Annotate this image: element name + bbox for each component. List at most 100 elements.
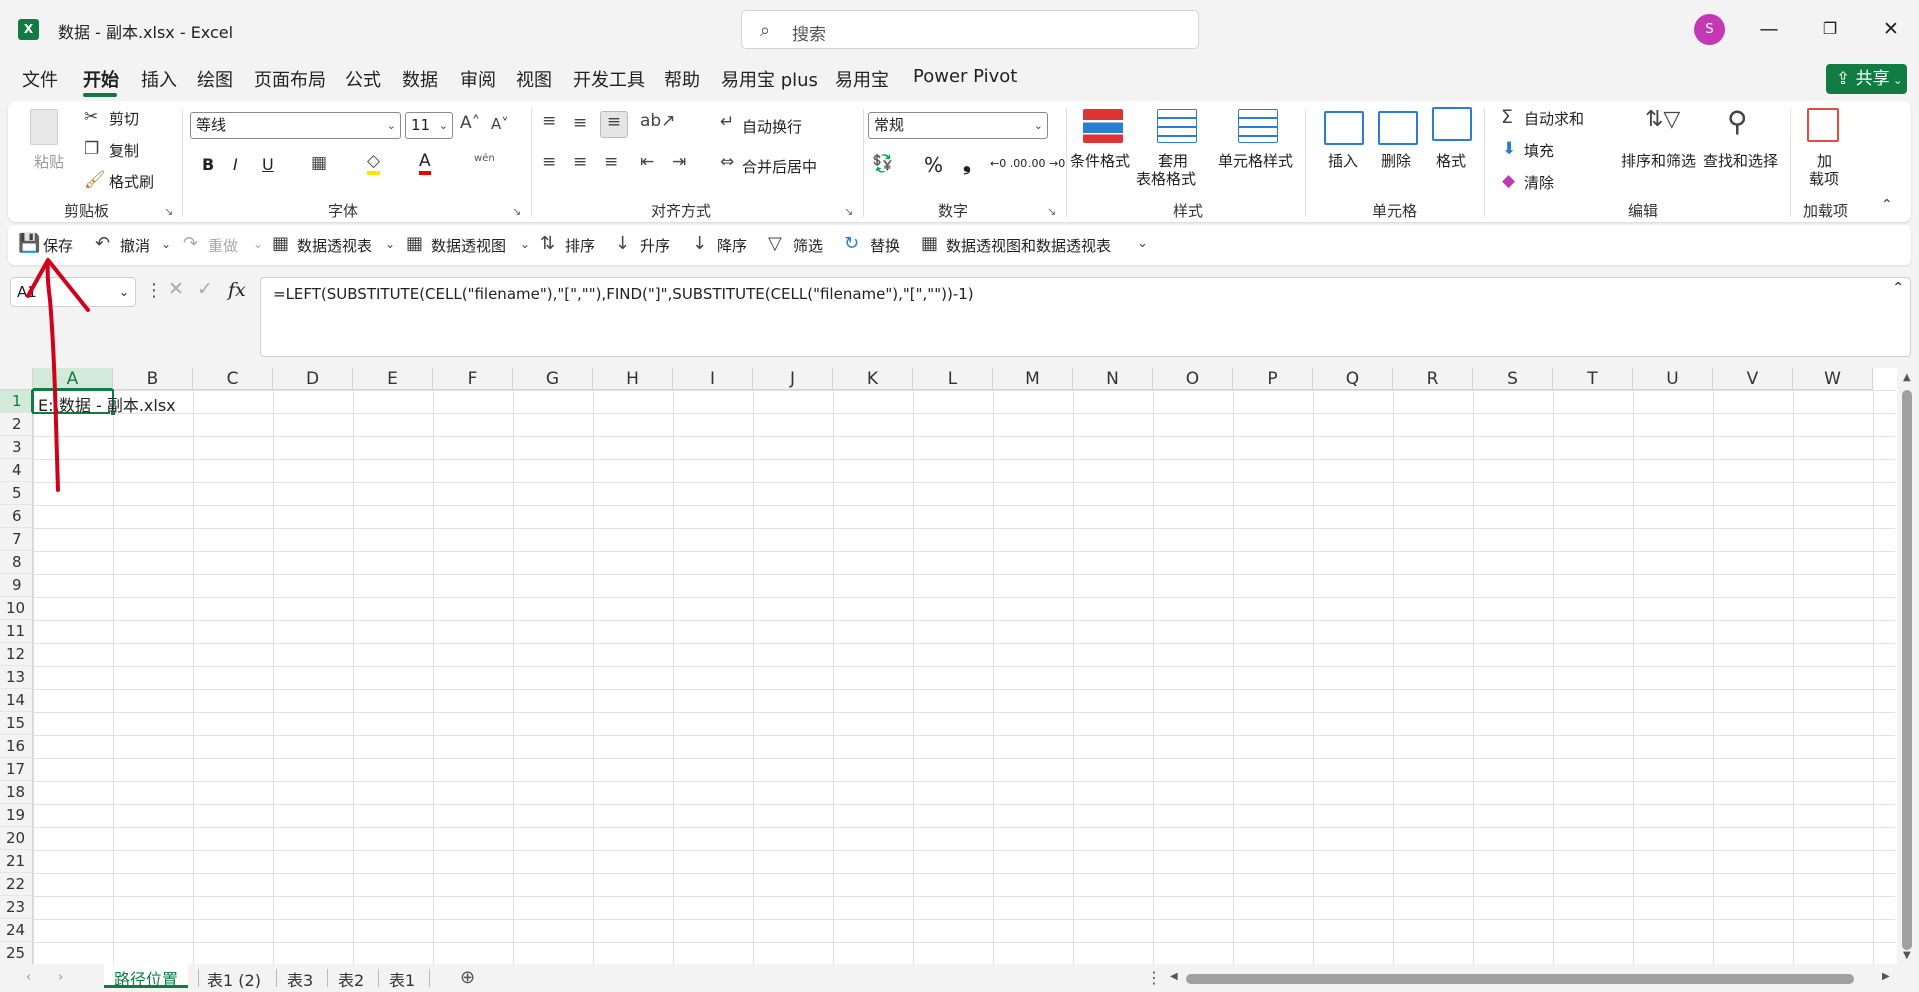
column-header-f[interactable]: F — [433, 368, 513, 390]
delete-cells-button[interactable]: 删除 — [1381, 150, 1411, 171]
conditional-format-icon[interactable] — [1083, 109, 1123, 143]
row-header-10[interactable]: 10 — [0, 597, 33, 620]
row-header-6[interactable]: 6 — [0, 505, 33, 528]
increase-font-icon[interactable]: A˄ — [460, 113, 480, 133]
save-button[interactable]: 保存 — [43, 235, 73, 256]
font-color-icon[interactable]: A — [419, 151, 431, 175]
sheet-tab[interactable]: 表2 — [338, 967, 364, 991]
orientation-icon[interactable]: ab↗ — [640, 111, 675, 131]
format-painter-button[interactable]: 格式刷 — [109, 171, 154, 192]
column-header-i[interactable]: I — [673, 368, 753, 390]
undo-icon[interactable]: ↶ — [95, 233, 110, 254]
collapse-formula-icon[interactable]: ⌃ — [1892, 280, 1904, 296]
row-header-25[interactable]: 25 — [0, 942, 33, 965]
prev-sheet-icon[interactable]: ‹ — [26, 970, 31, 985]
pivot-chart-button[interactable]: 数据透视图 — [431, 235, 506, 256]
autosum-button[interactable]: 自动求和 — [1524, 108, 1584, 129]
sheet-tab-active[interactable]: 路径位置 — [104, 964, 189, 989]
row-header-22[interactable]: 22 — [0, 873, 33, 896]
fill-icon[interactable]: ⬇ — [1502, 139, 1516, 159]
minimize-button[interactable]: — — [1749, 14, 1789, 44]
row-header-23[interactable]: 23 — [0, 896, 33, 919]
collapse-ribbon-icon[interactable]: ⌃ — [1881, 197, 1893, 213]
row-header-9[interactable]: 9 — [0, 574, 33, 597]
vertical-scroll-thumb[interactable] — [1902, 390, 1912, 950]
replace-icon[interactable]: ↻ — [844, 233, 859, 254]
row-header-3[interactable]: 3 — [0, 436, 33, 459]
font-launcher-icon[interactable]: ↘ — [512, 205, 521, 218]
pivot-combo-icon[interactable]: ▦ — [921, 233, 938, 254]
sheet-tab[interactable]: 表1 — [389, 967, 415, 991]
fill-color-icon[interactable]: ◇ — [367, 151, 381, 175]
undo-button[interactable]: 撤消 — [120, 235, 150, 256]
find-select-icon[interactable]: ⚲ — [1727, 105, 1748, 138]
format-cells-icon[interactable] — [1432, 107, 1472, 141]
column-header-p[interactable]: P — [1233, 368, 1313, 390]
column-header-e[interactable]: E — [353, 368, 433, 390]
wrap-text-button[interactable]: 自动换行 — [742, 116, 802, 137]
paste-icon[interactable] — [30, 109, 58, 145]
pivot-chart-icon[interactable]: ▦ — [406, 233, 423, 254]
row-header-20[interactable]: 20 — [0, 827, 33, 850]
sort-asc-icon[interactable]: ↓ — [615, 233, 630, 254]
underline-button[interactable]: U — [262, 155, 274, 174]
scroll-up-icon[interactable]: ▲ — [1903, 372, 1911, 383]
border-icon[interactable]: ▦ — [311, 153, 327, 173]
bold-button[interactable]: B — [202, 155, 214, 174]
clear-icon[interactable]: ◆ — [1502, 171, 1515, 191]
pivot-table-button[interactable]: 数据透视表 — [297, 235, 372, 256]
tab-insert[interactable]: 插入 — [141, 66, 177, 92]
increase-decimal-button[interactable]: ←0 .00 — [990, 157, 1027, 170]
cut-icon[interactable]: ✂ — [84, 107, 98, 127]
scroll-right-icon[interactable]: ▶ — [1882, 971, 1890, 982]
column-header-g[interactable]: G — [513, 368, 593, 390]
decrease-decimal-button[interactable]: .00 →0 — [1028, 157, 1065, 170]
row-header-18[interactable]: 18 — [0, 781, 33, 804]
row-header-5[interactable]: 5 — [0, 482, 33, 505]
table-style-icon[interactable] — [1157, 109, 1197, 143]
replace-button[interactable]: 替换 — [870, 235, 900, 256]
column-header-k[interactable]: K — [833, 368, 913, 390]
row-header-21[interactable]: 21 — [0, 850, 33, 873]
tab-review[interactable]: 审阅 — [460, 66, 496, 92]
column-header-u[interactable]: U — [1633, 368, 1713, 390]
tab-file[interactable]: 文件 — [22, 66, 58, 92]
tab-formulas[interactable]: 公式 — [345, 66, 381, 92]
column-header-d[interactable]: D — [273, 368, 353, 390]
tab-draw[interactable]: 绘图 — [197, 66, 233, 92]
sort-filter-icon[interactable]: ⇅▽ — [1645, 107, 1680, 132]
column-header-s[interactable]: S — [1473, 368, 1553, 390]
insert-cells-icon[interactable] — [1324, 111, 1364, 145]
sort-desc-icon[interactable]: ↓ — [692, 233, 707, 254]
row-header-17[interactable]: 17 — [0, 758, 33, 781]
tab-easy-plus[interactable]: 易用宝 plus — [721, 66, 818, 92]
row-header-4[interactable]: 4 — [0, 459, 33, 482]
align-top-icon[interactable]: ≡ — [542, 111, 556, 131]
cell-style-icon[interactable] — [1238, 109, 1278, 143]
pivot-table-icon[interactable]: ▦ — [272, 233, 289, 254]
clear-button[interactable]: 清除 — [1524, 172, 1554, 193]
font-size-select[interactable]: 11 ⌄ — [405, 112, 453, 139]
align-bottom-icon[interactable]: ≡ — [600, 111, 628, 138]
select-all-button[interactable] — [0, 368, 33, 390]
increase-indent-icon[interactable]: ⇥ — [672, 152, 686, 172]
column-header-o[interactable]: O — [1153, 368, 1233, 390]
row-header-19[interactable]: 19 — [0, 804, 33, 827]
column-header-r[interactable]: R — [1393, 368, 1473, 390]
merge-center-button[interactable]: 合并后居中 — [742, 156, 817, 177]
vertical-scrollbar[interactable]: ▲ ▼ — [1897, 368, 1919, 964]
insert-function-button[interactable]: fx — [228, 279, 246, 301]
name-box[interactable]: A1 ⌄ — [10, 277, 136, 307]
number-format-select[interactable]: 常规 ⌄ — [868, 112, 1048, 139]
number-launcher-icon[interactable]: ↘ — [1047, 205, 1056, 218]
tab-data[interactable]: 数据 — [402, 66, 438, 92]
merge-center-icon[interactable]: ⇔ — [720, 152, 734, 172]
pivot-combo-button[interactable]: 数据透视图和数据透视表 — [946, 235, 1111, 256]
addins-label-2[interactable]: 载项 — [1809, 168, 1839, 189]
column-header-q[interactable]: Q — [1313, 368, 1393, 390]
undo-dropdown-icon[interactable]: ⌄ — [161, 237, 171, 251]
column-header-v[interactable]: V — [1713, 368, 1793, 390]
wrap-text-icon[interactable]: ↵ — [720, 112, 734, 132]
align-right-icon[interactable]: ≡ — [604, 152, 618, 172]
delete-cells-icon[interactable] — [1378, 111, 1418, 145]
